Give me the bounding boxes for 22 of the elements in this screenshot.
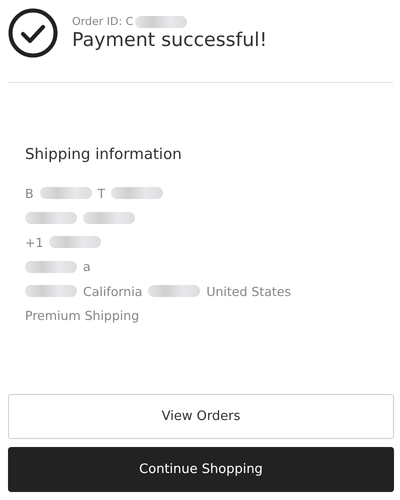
orders-button[interactable]: View Orders: [8, 394, 394, 439]
redaction-blur: [111, 187, 164, 200]
shipping-detail: T: [98, 186, 106, 201]
redaction-blur: [25, 260, 77, 273]
checkmark-icon: [8, 8, 58, 58]
shipping-detail: Premium Shipping: [25, 308, 140, 324]
payment-status-title: Payment successful!: [72, 29, 268, 51]
shipping-detail: B: [25, 186, 34, 201]
redaction-blur: [25, 285, 77, 298]
redaction-blur: [83, 212, 135, 224]
shipping-detail: +1: [25, 234, 44, 250]
continue-button[interactable]: Continue Shopping: [8, 447, 394, 492]
section-heading: Shipping information: [25, 145, 183, 163]
shipping-detail: California: [83, 284, 142, 299]
shipping-detail: a: [83, 259, 91, 274]
redaction-blur: [49, 236, 102, 248]
redaction-blur: [25, 212, 77, 224]
shipping-detail: United States: [206, 284, 292, 299]
redaction-blur: [148, 285, 200, 298]
order-id: Order ID: C: [72, 15, 134, 28]
redaction-blur: [40, 187, 92, 200]
redaction-blur: [135, 16, 188, 28]
